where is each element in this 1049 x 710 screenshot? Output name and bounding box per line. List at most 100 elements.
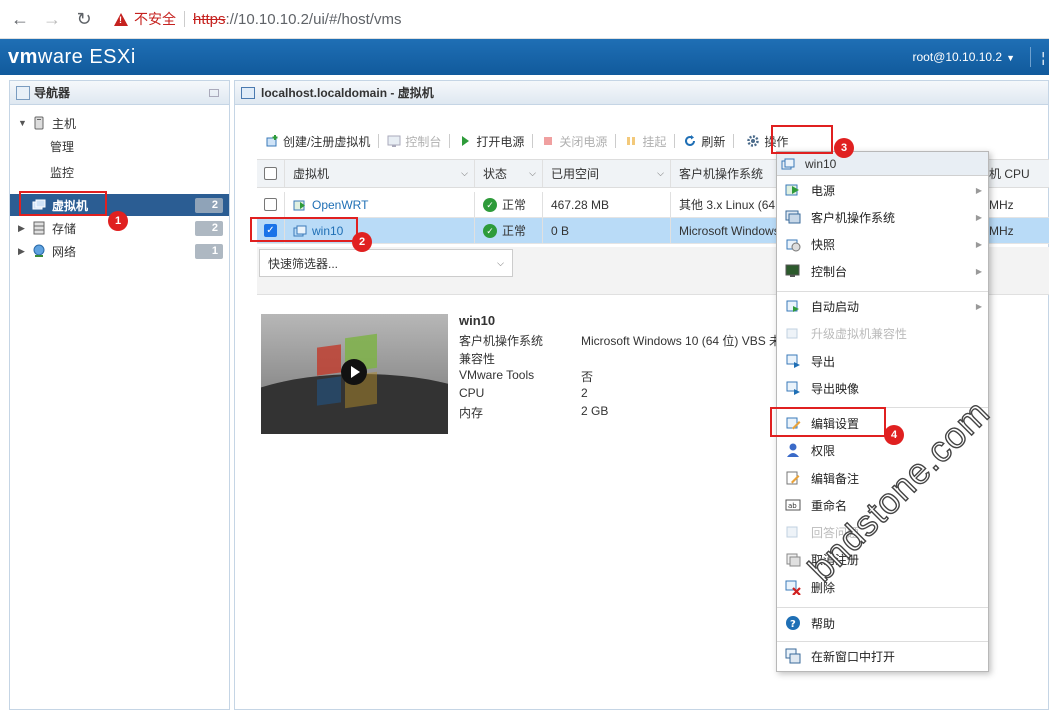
menu-item-upgrade-compat[interactable]: 升级虚拟机兼容性	[777, 320, 988, 346]
security-warning[interactable]: 不安全	[114, 9, 176, 29]
chevron-right-icon: ▶	[975, 266, 982, 276]
menu-item-power[interactable]: 电源 ▶	[777, 177, 988, 203]
check-icon: ✓	[483, 197, 497, 212]
collapse-icon[interactable]	[209, 89, 219, 97]
create-vm-button[interactable]: 创建/注册虚拟机	[259, 130, 376, 152]
windows-logo-tile	[317, 376, 341, 406]
answer-icon	[786, 526, 798, 538]
forward-icon[interactable]: →	[40, 7, 64, 31]
vm-console-thumbnail[interactable]	[261, 314, 448, 434]
menu-item-delete[interactable]: 删除	[777, 574, 988, 600]
url-protocol: https	[193, 10, 226, 28]
vm-icon	[781, 158, 795, 169]
console-button[interactable]: 控制台	[381, 130, 447, 152]
caret-down-icon: ▼	[1006, 53, 1015, 63]
detail-row-compat: 兼容性	[459, 352, 496, 366]
page-title: localhost.localdomain - 虚拟机	[261, 86, 434, 100]
rename-icon: ab	[785, 499, 801, 511]
reload-icon[interactable]: ↻	[72, 7, 96, 31]
user-menu[interactable]: root@10.10.10.2 ▼	[913, 50, 1016, 64]
column-header-status[interactable]: 状态 ⌵	[475, 160, 543, 187]
expand-icon[interactable]: ▶	[18, 246, 28, 257]
new-window-icon	[785, 648, 801, 664]
console-icon	[387, 135, 401, 147]
check-icon: ✓	[483, 223, 497, 238]
chevron-right-icon: ▶	[975, 301, 982, 311]
network-icon	[33, 244, 45, 257]
actions-menu-header: win10	[777, 152, 988, 176]
expand-icon[interactable]: ▼	[18, 118, 28, 128]
vm-list-icon	[241, 86, 255, 99]
chevron-right-icon: ▶	[975, 185, 982, 195]
menu-item-snapshot[interactable]: 快照 ▶	[777, 231, 988, 257]
navigator-title: 导航器	[34, 86, 71, 100]
menu-item-open-new-window[interactable]: 在新窗口中打开	[777, 643, 988, 669]
annotation-marker: 1	[108, 211, 128, 231]
nav-item-monitor[interactable]: 监控	[10, 161, 229, 183]
count-badge: 2	[195, 198, 223, 213]
nav-item-network[interactable]: ▶ 网络 1	[10, 240, 229, 262]
autostart-icon	[786, 300, 799, 312]
permissions-icon	[787, 443, 799, 457]
delete-icon	[785, 580, 801, 595]
annotation-marker: 3	[834, 138, 854, 158]
url-field[interactable]: https://10.10.10.2/ui/#/host/vms	[193, 11, 401, 28]
annotation-box-vms	[19, 191, 107, 216]
count-badge: 2	[195, 221, 223, 236]
suspend-button[interactable]: 挂起	[618, 130, 672, 152]
unregister-icon	[786, 553, 801, 567]
power-off-button[interactable]: 关闭电源	[535, 130, 613, 152]
row-checkbox[interactable]	[257, 192, 285, 217]
windows-logo-tile	[317, 344, 341, 376]
play-icon[interactable]	[341, 359, 367, 385]
vm-status: ✓ 正常	[475, 192, 543, 217]
select-all-checkbox[interactable]	[257, 160, 285, 187]
vm-status: ✓ 正常	[475, 218, 543, 243]
refresh-icon	[685, 135, 696, 146]
quick-filter-select[interactable]: 快速筛选器... ⌵	[259, 249, 513, 277]
more-icon[interactable]: ¦	[1041, 49, 1045, 65]
help-icon: ?	[786, 616, 800, 630]
back-icon[interactable]: ←	[8, 7, 32, 31]
menu-item-console[interactable]: 控制台 ▶	[777, 258, 988, 284]
column-header-vm[interactable]: 虚拟机 ⌵	[285, 160, 475, 187]
menu-item-help[interactable]: ? 帮助	[777, 610, 988, 636]
console-icon	[785, 264, 800, 277]
url-path: ://10.10.10.2/ui/#/host/vms	[225, 10, 402, 28]
menu-item-autostart[interactable]: 自动启动 ▶	[777, 293, 988, 319]
guest-os-icon	[785, 210, 801, 224]
column-header-used-space[interactable]: 已用空间 ⌵	[543, 160, 671, 187]
navigator-icon	[16, 85, 30, 100]
nav-item-host[interactable]: ▼ 主机	[10, 112, 229, 134]
nav-item-manage[interactable]: 管理	[10, 135, 229, 157]
pause-icon	[627, 137, 636, 145]
power-on-button[interactable]: 打开电源	[452, 130, 530, 152]
annotation-box-win10	[250, 217, 358, 242]
detail-row-guest-os: 客户机操作系统 Microsoft Windows 10 (64 位) VBS 未	[459, 334, 782, 348]
menu-item-export[interactable]: 导出	[777, 348, 988, 374]
refresh-button[interactable]: 刷新	[677, 130, 731, 152]
navigator-panel: 导航器 ▼ 主机 管理 监控 虚拟机 2 ▶ 存储 2 ▶ 网络 1	[9, 80, 230, 710]
content-header: localhost.localdomain - 虚拟机	[235, 81, 1048, 105]
warning-icon	[114, 12, 128, 26]
vmware-esxi-logo: vmware ESXi	[8, 45, 136, 68]
vm-used-space: 467.28 MB	[543, 192, 671, 217]
stop-icon	[544, 137, 553, 145]
annotation-marker: 2	[352, 232, 372, 252]
expand-icon[interactable]: ▶	[18, 223, 28, 234]
chevron-right-icon: ▶	[975, 212, 982, 222]
chevron-down-icon: ⌵	[497, 257, 504, 268]
detail-row-vmware-tools: VMware Tools 否	[459, 368, 594, 384]
menu-item-export-image[interactable]: 导出映像	[777, 375, 988, 401]
chevron-right-icon: ▶	[975, 239, 982, 249]
vm-name[interactable]: OpenWRT	[285, 192, 475, 217]
esxi-header: vmware ESXi root@10.10.10.2 ▼ ¦	[0, 39, 1049, 75]
chevron-down-icon: ⌵	[657, 168, 664, 178]
vm-powered-on-icon	[293, 200, 305, 210]
detail-row-memory: 内存 2 GB	[459, 404, 609, 420]
export-icon	[786, 354, 800, 368]
create-vm-icon	[266, 135, 278, 147]
storage-icon	[33, 221, 45, 235]
vm-used-space: 0 B	[543, 218, 671, 243]
menu-item-guest-os[interactable]: 客户机操作系统 ▶	[777, 204, 988, 230]
